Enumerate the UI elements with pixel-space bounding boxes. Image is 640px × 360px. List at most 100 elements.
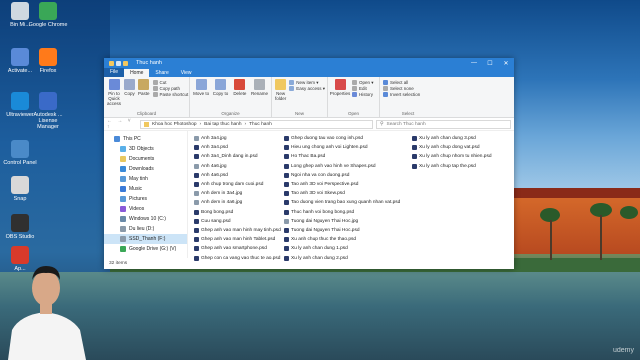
invert-selection-button[interactable]: Invert selection bbox=[383, 92, 420, 97]
file-item[interactable]: Ghep duong tau vao cong inh.psd bbox=[284, 134, 400, 143]
photoshop-file-icon bbox=[284, 172, 289, 178]
file-item[interactable]: Anh dem in 3a4.jpg bbox=[194, 189, 281, 198]
file-name: Anh 4a6.psd bbox=[201, 172, 228, 178]
file-item[interactable]: Xu ly anh chan dung 3.psd bbox=[412, 134, 492, 143]
file-item[interactable]: Cuu sang.psd bbox=[194, 217, 281, 226]
tab-view[interactable]: View bbox=[175, 69, 198, 77]
file-item[interactable]: Xu ly anh chan dung 2.psd bbox=[284, 253, 400, 262]
file-item[interactable]: Ghep anh vao man hinh may tinh.psd bbox=[194, 226, 281, 235]
file-list[interactable]: Anh 3a4.jpg Anh 3a4.psd Anh 3a4_Dinh dang … bbox=[188, 131, 514, 261]
maximize-button[interactable]: ☐ bbox=[482, 60, 498, 67]
file-item[interactable]: Bong bong.psd bbox=[194, 208, 281, 217]
tab-home[interactable]: Home bbox=[124, 69, 150, 77]
nav-item[interactable]: SSD_Thanh (F:) bbox=[104, 234, 187, 244]
desktop-shortcut[interactable]: Autodesk ... Lisense Manager bbox=[28, 92, 68, 130]
file-item[interactable]: Anh 3a4_Dinh dang in.psd bbox=[194, 152, 281, 161]
copy-to-label: Copy to bbox=[212, 91, 229, 96]
file-item[interactable]: Ho Thac Ba.psd bbox=[284, 152, 400, 161]
copy-path-button[interactable]: Copy path bbox=[152, 86, 189, 91]
edit-button[interactable]: Edit bbox=[352, 86, 374, 91]
search-input[interactable]: ⚲ Search Thuc hanh bbox=[376, 119, 511, 129]
open-button[interactable]: Open ▾ bbox=[352, 80, 374, 85]
paste-shortcut-button[interactable]: Paste shortcut bbox=[152, 92, 188, 97]
nav-item[interactable]: Pictures bbox=[104, 194, 187, 204]
file-item[interactable]: Xu ly anh chup tap the.psd bbox=[412, 162, 492, 171]
quick-access-toolbar[interactable] bbox=[104, 60, 128, 66]
new-item-button[interactable]: New item ▾ bbox=[289, 80, 325, 85]
nav-item[interactable]: Downloads bbox=[104, 164, 187, 174]
breadcrumb-item[interactable]: Bai tap thuc hanh bbox=[204, 122, 241, 127]
file-item[interactable]: Ghep anh vao smartphone.psd bbox=[194, 244, 281, 253]
properties-icon[interactable] bbox=[116, 60, 121, 66]
file-explorer-window[interactable]: Thuc hanh — ☐ ✕ File Home Share View Pin… bbox=[104, 58, 514, 269]
history-button[interactable]: History bbox=[352, 92, 374, 97]
file-name: Xu ly anh chan dung 1.psd bbox=[291, 246, 348, 252]
edit-label: Edit bbox=[359, 86, 367, 91]
file-item[interactable]: Ghep anh vao man hinh Tablet.psd bbox=[194, 235, 281, 244]
nav-item[interactable]: Documents bbox=[104, 154, 187, 164]
file-item[interactable]: Tao duong vien trang bao xung quanh nhan… bbox=[284, 198, 400, 207]
nav-item[interactable]: Du lieu (D:) bbox=[104, 224, 187, 234]
paste-icon bbox=[138, 79, 150, 90]
file-item[interactable]: Anh dem in 4a6.jpg bbox=[194, 198, 281, 207]
file-item[interactable]: Thuc hanh voi bong bong.psd bbox=[284, 208, 400, 217]
file-item[interactable]: Ghep con ca vang vao thuc te ao.psd bbox=[194, 253, 281, 262]
new-item-icon bbox=[289, 80, 295, 85]
file-item[interactable]: Long ghep anh vao hinh ve Shapes.psd bbox=[284, 162, 400, 171]
file-item[interactable]: Ngoi nha va con duong.psd bbox=[284, 171, 400, 180]
cut-button[interactable]: Cut bbox=[152, 80, 189, 85]
file-name: Anh 4a6.jpg bbox=[201, 163, 227, 169]
file-item[interactable]: Xu anh chup thuc the thao.psd bbox=[284, 235, 400, 244]
easy-access-button[interactable]: Easy access ▾ bbox=[289, 86, 325, 91]
file-item[interactable]: Xu ly anh chup dong vat.psd bbox=[412, 143, 492, 152]
address-bar[interactable]: Khoa hoc Photoshop › Bai tap thuc hanh ›… bbox=[140, 119, 373, 129]
file-item[interactable]: Anh 3a4.psd bbox=[194, 143, 281, 152]
breadcrumb-item[interactable]: Thuc hanh bbox=[249, 122, 272, 127]
folder-icon bbox=[109, 60, 114, 66]
tab-share[interactable]: Share bbox=[149, 69, 174, 77]
easy-access-label: Easy access ▾ bbox=[296, 86, 326, 91]
file-item[interactable]: Tuong dai Nguyen Thai Hoc.psd bbox=[284, 226, 400, 235]
nav-item[interactable]: This PC bbox=[104, 134, 187, 144]
title-bar[interactable]: Thuc hanh — ☐ ✕ bbox=[104, 58, 514, 68]
select-none-button[interactable]: Select none bbox=[383, 86, 420, 91]
select-all-label: Select all bbox=[390, 80, 409, 85]
image-file-icon bbox=[194, 200, 199, 206]
file-item[interactable]: Anh 3a4.jpg bbox=[194, 134, 281, 143]
file-item[interactable]: Tao anh 3D voi Perspective.psd bbox=[284, 180, 400, 189]
file-item[interactable]: Tuong dai Nguyen Thai Hoc.jpg bbox=[284, 217, 400, 226]
desktop-shortcut[interactable]: Firefox bbox=[28, 48, 68, 74]
nav-item[interactable]: 3D Objects bbox=[104, 144, 187, 154]
tab-file[interactable]: File bbox=[104, 67, 125, 77]
file-item[interactable]: Tao anh 3D voi Skew.psd bbox=[284, 189, 400, 198]
nav-buttons[interactable]: ← → ˅ ↑ bbox=[107, 118, 137, 130]
file-item[interactable]: Hieu ung chong anh voi Lighten.psd bbox=[284, 143, 400, 152]
photoshop-file-icon bbox=[284, 200, 289, 206]
desktop-shortcut[interactable]: Control Panel bbox=[0, 140, 40, 166]
desktop-shortcut[interactable]: OBS Studio bbox=[0, 214, 40, 240]
file-item[interactable]: Anh 4a6.psd bbox=[194, 171, 281, 180]
minimize-button[interactable]: — bbox=[466, 60, 482, 67]
file-item[interactable]: Anh chup trong dam cuoi.psd bbox=[194, 180, 281, 189]
nav-item[interactable]: Videos bbox=[104, 204, 187, 214]
ribbon: Pin to Quick access Copy Paste Cut Copy … bbox=[104, 77, 514, 118]
select-all-button[interactable]: Select all bbox=[383, 80, 420, 85]
nav-item[interactable]: Music bbox=[104, 184, 187, 194]
close-button[interactable]: ✕ bbox=[498, 60, 514, 67]
invert-selection-label: Invert selection bbox=[390, 92, 421, 97]
desktop-shortcut[interactable]: Google Chrome bbox=[28, 2, 68, 28]
nav-item[interactable]: Google Drive (G:) (V) bbox=[104, 244, 187, 254]
drive-folder-icon bbox=[120, 196, 126, 202]
photoshop-file-icon bbox=[194, 246, 199, 252]
breadcrumb-item[interactable]: Khoa hoc Photoshop bbox=[152, 122, 197, 127]
nav-item[interactable]: May tinh bbox=[104, 174, 187, 184]
file-item[interactable]: Xu ly anh chan dung 1.psd bbox=[284, 244, 400, 253]
new-folder-icon[interactable] bbox=[123, 60, 128, 66]
copy-icon bbox=[124, 79, 135, 90]
file-item[interactable]: Anh 4a6.jpg bbox=[194, 162, 281, 171]
file-item[interactable]: Xu ly anh chup nhom tu nhien.psd bbox=[412, 152, 492, 161]
file-name: Xu ly anh chan dung 3.psd bbox=[419, 136, 476, 142]
desktop-shortcut[interactable]: Snap bbox=[0, 176, 40, 202]
navigation-pane[interactable]: This PC 3D Objects Documents Downloads May t… bbox=[104, 131, 188, 258]
nav-item[interactable]: Windows 10 (C:) bbox=[104, 214, 187, 224]
